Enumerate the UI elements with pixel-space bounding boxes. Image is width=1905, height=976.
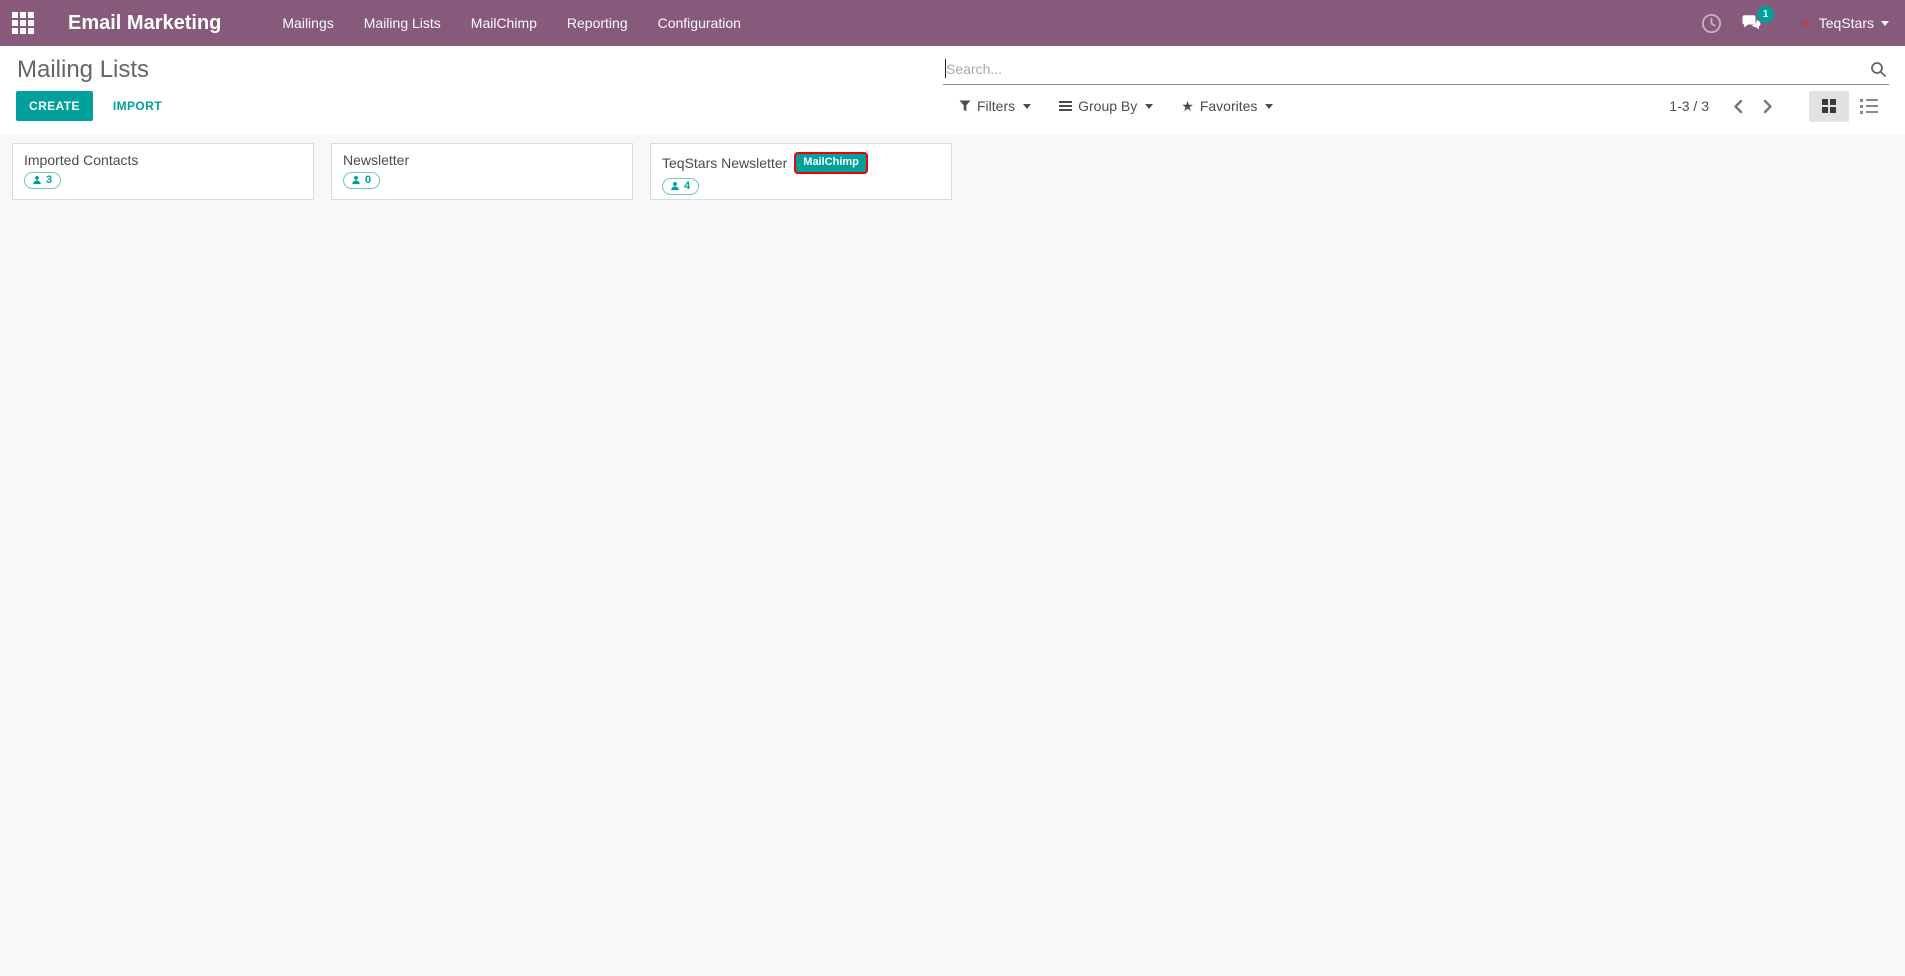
contacts-badge[interactable]: 0 [343,172,380,189]
mailing-list-card-imported-contacts[interactable]: Imported Contacts 3 [12,143,314,200]
message-count-badge: 1 [1757,6,1774,23]
funnel-icon [959,100,971,112]
chevron-left-icon [1733,99,1743,114]
filters-dropdown[interactable]: Filters [959,98,1031,114]
menu-mailchimp[interactable]: MailChimp [456,0,552,46]
person-icon [670,181,680,191]
chevron-right-icon [1763,99,1773,114]
magnifier-icon[interactable] [1870,61,1887,78]
mailing-list-card-teqstars-newsletter[interactable]: TeqStars Newsletter MailChimp 4 [650,143,952,200]
apps-grid-icon [12,12,34,34]
card-title: Imported Contacts [24,152,138,168]
pager-previous-button[interactable] [1723,91,1753,121]
caret-down-icon [1881,21,1889,26]
search-bar [943,56,1889,85]
company-menu[interactable]: ★ TeqStars [1800,15,1889,31]
systray: 1 ★ TeqStars [1694,0,1905,46]
kanban-view-button[interactable] [1809,91,1849,122]
contact-count: 0 [365,174,371,186]
menu-reporting[interactable]: Reporting [552,0,643,46]
import-button[interactable]: IMPORT [113,99,162,113]
mailchimp-tag-highlighted[interactable]: MailChimp [794,152,868,174]
pager: 1-3 / 3 [1669,85,1889,127]
menu-configuration[interactable]: Configuration [643,0,756,46]
main-menu: Mailings Mailing Lists MailChimp Reporti… [267,0,756,46]
group-by-label: Group By [1078,98,1137,114]
app-title: Email Marketing [68,12,221,35]
search-options: Filters Group By ★ Favorites [959,85,1273,127]
caret-down-icon [1265,104,1273,109]
search-input[interactable] [943,56,1889,85]
top-navbar: Email Marketing Mailings Mailing Lists M… [0,0,1905,46]
pager-next-button[interactable] [1753,91,1783,121]
mailing-list-card-newsletter[interactable]: Newsletter 0 [331,143,633,200]
company-name: TeqStars [1819,15,1874,31]
menu-mailings[interactable]: Mailings [267,0,348,46]
control-panel: Mailing Lists CREATE IMPORT Filters Grou [0,46,1905,134]
pager-range: 1-3 / 3 [1669,98,1709,114]
filters-label: Filters [977,98,1015,114]
list-view-button[interactable] [1849,91,1889,122]
apps-menu-button[interactable] [0,0,46,46]
card-title: Newsletter [343,152,409,168]
messages-button[interactable]: 1 [1734,0,1768,46]
kanban-grid-icon [1822,99,1836,113]
contacts-badge[interactable]: 4 [662,178,699,195]
caret-down-icon [1023,104,1031,109]
star-icon: ★ [1181,99,1194,113]
card-title: TeqStars Newsletter [662,155,787,171]
activities-button[interactable] [1694,0,1728,46]
contact-count: 4 [684,180,690,192]
page-title: Mailing Lists [17,56,149,84]
list-icon [1860,99,1878,114]
view-switcher [1809,91,1889,122]
favorites-dropdown[interactable]: ★ Favorites [1181,98,1273,114]
kanban-view: Imported Contacts 3 Newsletter 0 [0,134,1905,976]
kanban-card-row: Imported Contacts 3 Newsletter 0 [12,143,1893,200]
caret-down-icon [1145,104,1153,109]
bars-icon [1059,101,1072,111]
clock-icon [1701,13,1722,34]
person-icon [351,175,361,185]
contacts-badge[interactable]: 3 [24,172,61,189]
favorites-label: Favorites [1200,98,1258,114]
create-button[interactable]: CREATE [16,91,93,121]
text-cursor [945,59,946,78]
company-logo-icon: ★ [1800,15,1812,31]
group-by-dropdown[interactable]: Group By [1059,98,1153,114]
person-icon [32,175,42,185]
contact-count: 3 [46,174,52,186]
menu-mailing-lists[interactable]: Mailing Lists [349,0,456,46]
